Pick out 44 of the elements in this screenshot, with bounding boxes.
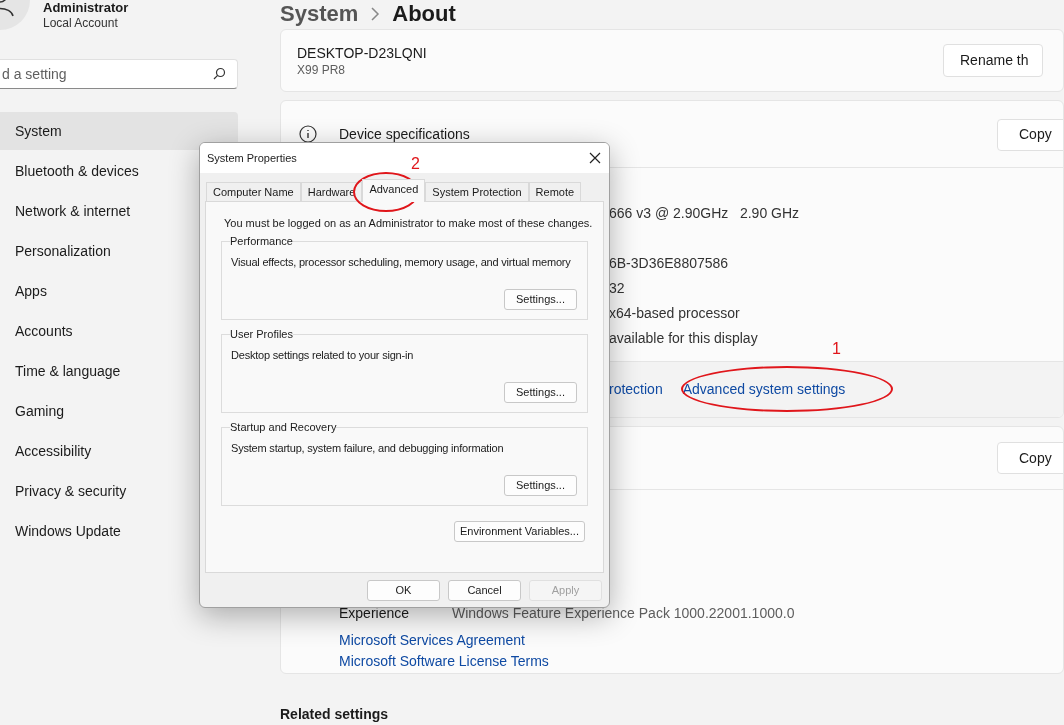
link[interactable]: rotection <box>609 379 663 400</box>
account-type: Local Account <box>43 15 119 31</box>
close-icon[interactable] <box>589 152 601 164</box>
spec-label: Experience <box>339 604 411 623</box>
device-model: X99 PR8 <box>297 61 347 78</box>
specification-value: x64-based processor <box>609 304 740 323</box>
section-heading: Related settings <box>280 706 389 722</box>
spec-value: Windows Feature Experience Pack 1000.22001.1000.0 <box>452 604 795 623</box>
copy-button[interactable]: Copy <box>997 442 1063 474</box>
settings-button[interactable]: Settings... <box>504 288 577 310</box>
dialog-title: System Properties <box>207 150 297 166</box>
group-description: System startup, system failure, and debugging information <box>231 440 505 456</box>
info-icon <box>299 125 317 143</box>
specification-value: 32 <box>609 279 625 298</box>
settings-button[interactable]: Settings... <box>504 474 577 496</box>
tab[interactable]: Computer Name <box>206 182 301 201</box>
dialog-button[interactable]: OK <box>367 580 440 601</box>
sidebar-item[interactable]: System <box>0 112 238 150</box>
settings-button[interactable]: Settings... <box>504 381 577 403</box>
section-title: Device specifications <box>339 124 471 144</box>
specification-value: 6B-3D36E8807586 <box>609 254 729 273</box>
search-icon <box>213 67 226 80</box>
tab[interactable]: System Protection <box>425 182 529 201</box>
environment-variables-button[interactable]: Environment Variables... <box>453 520 585 542</box>
chevron-icon <box>370 7 381 21</box>
annotation-number: 2 <box>411 154 420 174</box>
group-description: Visual effects, processor scheduling, memory usage, and virtual memory <box>231 254 572 270</box>
annotation-number: 1 <box>832 339 841 359</box>
search-field[interactable]: d a setting <box>0 59 238 89</box>
account-name: Administrator <box>43 0 129 15</box>
specification-value: available for this display <box>609 329 758 348</box>
device-name: DESKTOP-D23LQNI <box>297 43 427 62</box>
link[interactable]: Microsoft Software License Terms <box>339 651 549 672</box>
dialog-button[interactable]: Cancel <box>448 580 521 601</box>
rename-button[interactable]: Rename th <box>943 44 1043 77</box>
specification-value: 666 v3 @ 2.90GHz 2.90 GHz <box>609 204 800 223</box>
page-title: About <box>392 0 456 28</box>
link[interactable]: Advanced system settings <box>682 379 846 400</box>
copy-button[interactable]: Copy <box>997 118 1063 151</box>
tab[interactable]: Remote <box>528 182 582 201</box>
tab[interactable]: Advanced <box>362 179 426 202</box>
group-description: Desktop settings related to your sign-in <box>231 347 415 363</box>
link[interactable]: Microsoft Services Agreement <box>339 630 525 651</box>
breadcrumb-parent[interactable]: System <box>280 0 359 28</box>
